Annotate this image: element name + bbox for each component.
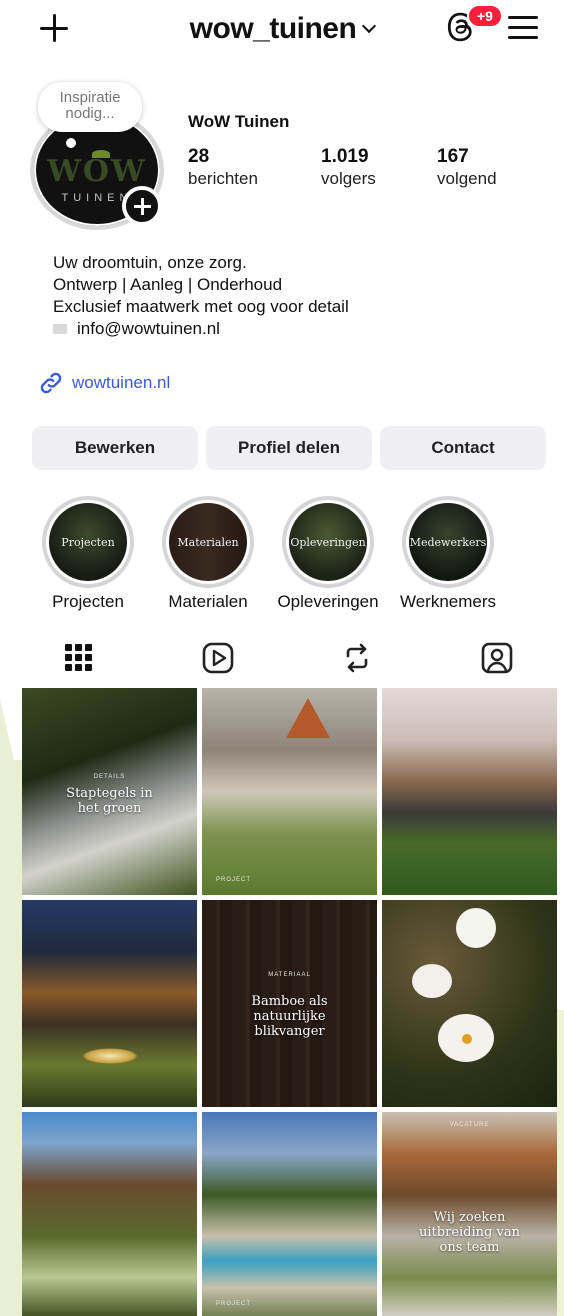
highlight-label: Opleveringen bbox=[277, 592, 379, 611]
highlight-cover-text: Materialen bbox=[169, 503, 247, 581]
chevron-down-icon bbox=[362, 18, 377, 34]
highlight-cover: Opleveringen bbox=[282, 496, 374, 588]
highlight-opleveringen[interactable]: Opleveringen Opleveringen bbox=[268, 496, 388, 612]
post-tag: PROJECT bbox=[216, 877, 252, 883]
garden-light-shape bbox=[82, 1048, 138, 1064]
story-highlights: Projecten Projecten Materialen Materiale… bbox=[28, 496, 508, 612]
right-decoration bbox=[556, 1010, 564, 1316]
link-icon bbox=[40, 372, 62, 394]
highlight-cover: Materialen bbox=[162, 496, 254, 588]
post-tile[interactable]: PROJECT bbox=[202, 688, 377, 895]
stat-followers-label: volgers bbox=[321, 169, 376, 188]
username: wow_tuinen bbox=[189, 12, 357, 45]
flower-shape bbox=[456, 908, 496, 948]
bio-email[interactable]: info@wowtuinen.nl bbox=[77, 319, 220, 338]
post-tile[interactable]: PROJECT bbox=[202, 1112, 377, 1316]
website-link[interactable]: wowtuinen.nl bbox=[38, 370, 170, 396]
bio: Uw droomtuin, onze zorg. Ontwerp | Aanle… bbox=[53, 252, 349, 340]
post-tile[interactable] bbox=[22, 900, 197, 1107]
post-tile[interactable] bbox=[382, 900, 557, 1107]
repost-icon[interactable] bbox=[339, 640, 375, 676]
website-link-text: wowtuinen.nl bbox=[72, 373, 171, 392]
logo-wow: WOW bbox=[47, 154, 147, 189]
highlight-werknemers[interactable]: Medewerkers Werknemers bbox=[388, 496, 508, 612]
profile-note[interactable]: Inspiratie nodig... bbox=[38, 82, 142, 132]
highlight-label: Materialen bbox=[168, 592, 248, 611]
note-text: Inspiratie nodig... bbox=[59, 89, 121, 122]
highlight-cover-text: Projecten bbox=[49, 503, 127, 581]
add-story-icon[interactable] bbox=[122, 186, 162, 226]
post-tile[interactable]: MATERIAAL Bamboe als natuurlijke blikvan… bbox=[202, 900, 377, 1107]
highlight-cover-text: Medewerkers bbox=[409, 503, 487, 581]
highlight-cover: Medewerkers bbox=[402, 496, 494, 588]
top-bar: wow_tuinen +9 bbox=[0, 0, 564, 60]
post-caption-small: MATERIAAL bbox=[268, 972, 311, 978]
stat-followers-value: 1.019 bbox=[321, 146, 369, 167]
highlight-cover-text: Opleveringen bbox=[289, 503, 367, 581]
parasol-shape bbox=[286, 698, 330, 738]
bio-line: Exclusief maatwerk met oog voor detail bbox=[53, 297, 349, 316]
edit-profile-button[interactable]: Bewerken bbox=[32, 426, 198, 470]
bio-line: Ontwerp | Aanleg | Onderhoud bbox=[53, 275, 283, 294]
highlight-label: Projecten bbox=[52, 592, 124, 611]
profile-tabs bbox=[0, 636, 564, 684]
bio-line: Uw droomtuin, onze zorg. bbox=[53, 253, 247, 272]
grid-icon[interactable] bbox=[61, 640, 97, 676]
stat-following[interactable]: 167 volgend bbox=[437, 146, 497, 190]
note-tail bbox=[66, 138, 76, 148]
post-caption-small: VACATURE bbox=[449, 1122, 490, 1128]
post-tag: PROJECT bbox=[216, 1301, 252, 1307]
posts-grid: DETAILS Staptegels in het groen PROJECT … bbox=[22, 688, 557, 1316]
post-title: Wij zoeken uitbreiding van ons team bbox=[419, 1210, 520, 1255]
stat-posts-label: berichten bbox=[188, 169, 258, 188]
highlight-projecten[interactable]: Projecten Projecten bbox=[28, 496, 148, 612]
display-name: WoW Tuinen bbox=[188, 112, 290, 131]
stat-posts[interactable]: 28 berichten bbox=[188, 146, 258, 190]
menu-icon[interactable] bbox=[508, 16, 538, 40]
stat-following-value: 167 bbox=[437, 146, 469, 167]
share-profile-button[interactable]: Profiel delen bbox=[206, 426, 372, 470]
notification-badge: +9 bbox=[467, 4, 503, 28]
left-decoration bbox=[0, 700, 22, 1316]
profile-actions: Bewerken Profiel delen Contact bbox=[32, 426, 546, 470]
highlight-label: Werknemers bbox=[399, 592, 497, 611]
tagged-icon[interactable] bbox=[479, 640, 515, 676]
post-tile[interactable] bbox=[382, 688, 557, 895]
contact-button[interactable]: Contact bbox=[380, 426, 546, 470]
post-title: Staptegels in het groen bbox=[66, 786, 153, 816]
bio-email-line: info@wowtuinen.nl bbox=[53, 318, 349, 340]
highlight-cover: Projecten bbox=[42, 496, 134, 588]
post-caption-small: DETAILS bbox=[93, 774, 126, 780]
flower-center-shape bbox=[462, 1034, 472, 1044]
highlight-materialen[interactable]: Materialen Materialen bbox=[148, 496, 268, 612]
stat-following-label: volgend bbox=[437, 169, 497, 188]
post-tile[interactable] bbox=[22, 1112, 197, 1316]
stat-posts-value: 28 bbox=[188, 146, 210, 167]
flower-shape bbox=[412, 964, 452, 998]
post-tile[interactable]: VACATURE Wij zoeken uitbreiding van ons … bbox=[382, 1112, 557, 1316]
reels-icon[interactable] bbox=[200, 640, 236, 676]
post-title: Bamboe als natuurlijke blikvanger bbox=[251, 994, 328, 1039]
envelope-icon bbox=[53, 324, 67, 334]
stat-followers[interactable]: 1.019 volgers bbox=[321, 146, 376, 190]
post-tile[interactable]: DETAILS Staptegels in het groen bbox=[22, 688, 197, 895]
